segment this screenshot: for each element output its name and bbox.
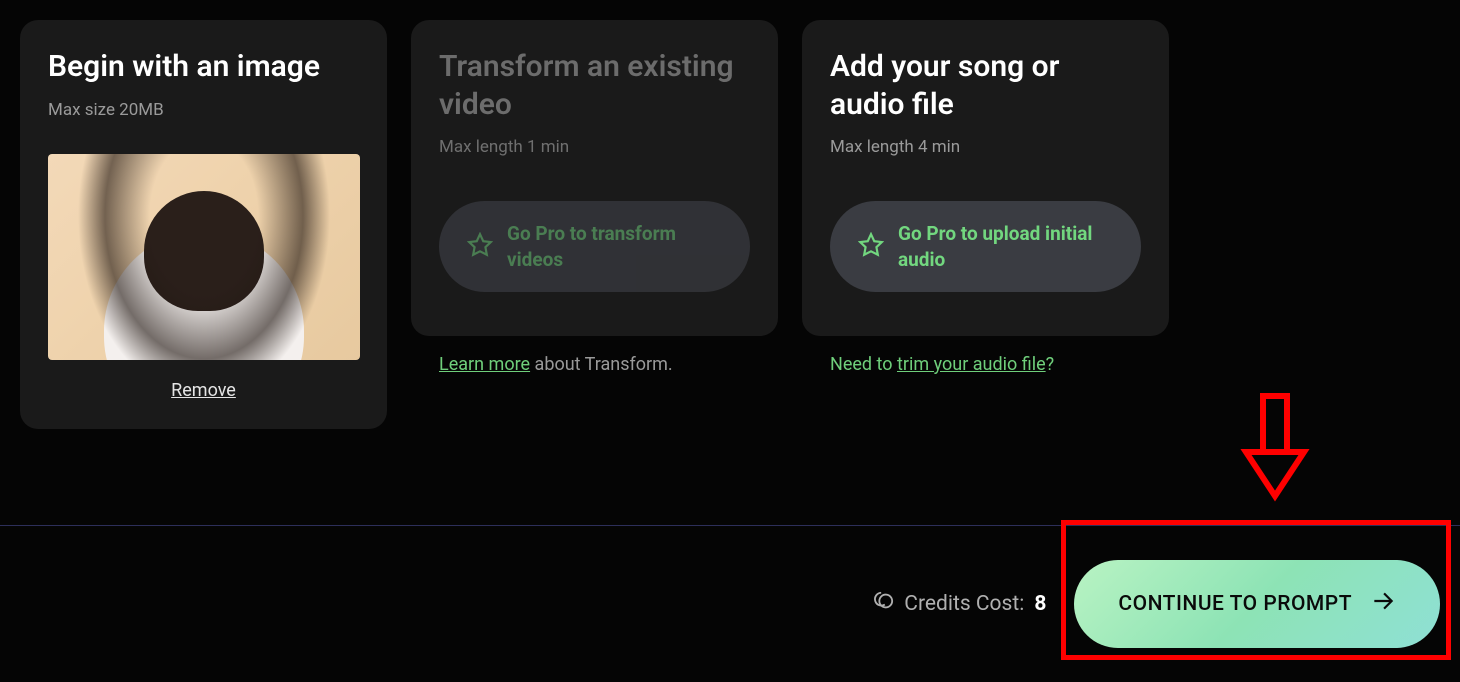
card-row: Begin with an image Max size 20MB Remove… bbox=[0, 0, 1460, 449]
credits-label: Credits Cost: bbox=[904, 592, 1024, 616]
star-icon bbox=[858, 232, 884, 262]
credits-value: 8 bbox=[1034, 592, 1046, 616]
transform-helper-text: Learn more about Transform. bbox=[411, 354, 778, 375]
star-icon bbox=[467, 232, 493, 262]
card-begin-image: Begin with an image Max size 20MB Remove bbox=[20, 20, 387, 429]
card-title: Transform an existing video bbox=[439, 48, 750, 123]
card-subtitle: Max length 4 min bbox=[830, 137, 1141, 157]
audio-helper-text: Need to trim your audio file? bbox=[802, 354, 1169, 375]
helper-pre: Need to bbox=[830, 354, 897, 375]
annotation-highlight-box bbox=[1061, 520, 1451, 660]
card-subtitle: Max length 1 min bbox=[439, 137, 750, 157]
trim-audio-link[interactable]: trim your audio file bbox=[897, 354, 1046, 375]
go-pro-transform-button[interactable]: Go Pro to transform videos bbox=[439, 201, 750, 292]
go-pro-label: Go Pro to transform videos bbox=[507, 221, 722, 272]
credits-icon bbox=[872, 590, 894, 618]
card-subtitle: Max size 20MB bbox=[48, 100, 359, 120]
card-add-audio: Add your song or audio file Max length 4… bbox=[802, 20, 1169, 336]
learn-more-link[interactable]: Learn more bbox=[439, 354, 530, 375]
uploaded-image-thumbnail[interactable] bbox=[48, 154, 360, 360]
go-pro-label: Go Pro to upload initial audio bbox=[898, 221, 1113, 272]
card-title: Begin with an image bbox=[48, 48, 359, 86]
helper-rest: about Transform. bbox=[530, 354, 673, 375]
go-pro-audio-button[interactable]: Go Pro to upload initial audio bbox=[830, 201, 1141, 292]
card-title: Add your song or audio file bbox=[830, 48, 1141, 123]
card-transform-video: Transform an existing video Max length 1… bbox=[411, 20, 778, 336]
annotation-arrow-icon bbox=[1240, 392, 1310, 506]
credits-cost: Credits Cost: 8 bbox=[872, 590, 1046, 618]
helper-post: ? bbox=[1046, 354, 1055, 375]
remove-image-link[interactable]: Remove bbox=[171, 380, 236, 401]
